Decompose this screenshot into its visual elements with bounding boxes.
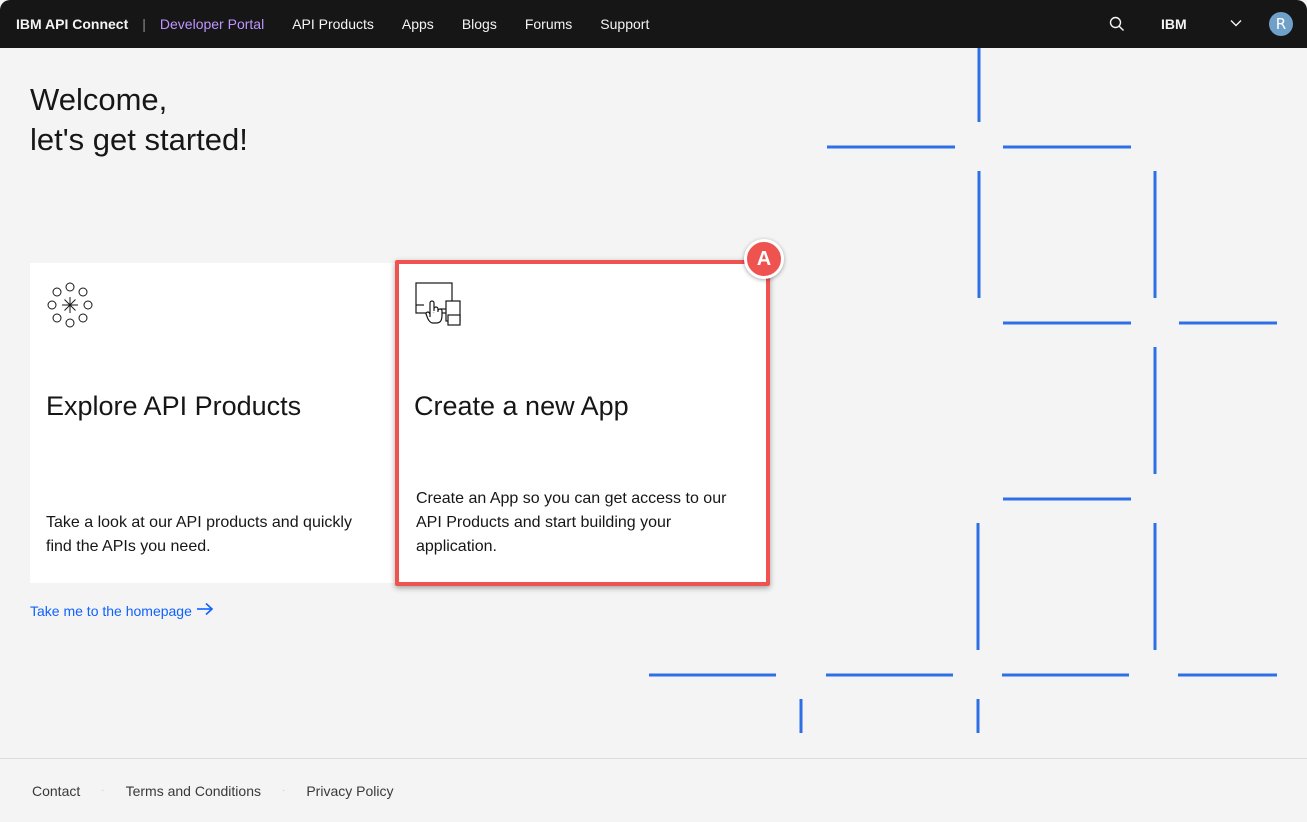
annotation-marker: A <box>744 239 784 279</box>
nav-forums[interactable]: Forums <box>525 16 572 32</box>
portal-name[interactable]: Developer Portal <box>160 16 264 32</box>
footer-separator: · <box>282 785 286 796</box>
footer-link-contact[interactable]: Contact <box>32 783 80 799</box>
top-nav: IBM API Connect | Developer Portal API P… <box>0 0 1307 48</box>
homepage-link[interactable]: Take me to the homepage <box>30 602 214 619</box>
brand-separator: | <box>142 16 146 32</box>
welcome-line-2: let's get started! <box>30 122 248 157</box>
footer-link-privacy[interactable]: Privacy Policy <box>306 783 393 799</box>
app-window: IBM API Connect | Developer Portal API P… <box>0 0 1307 822</box>
search-icon[interactable] <box>1093 0 1141 48</box>
explore-api-products-card[interactable]: Explore API Products Take a look at our … <box>30 263 396 583</box>
explore-card-description: Take a look at our API products and quic… <box>46 514 352 555</box>
org-name: IBM <box>1161 16 1187 32</box>
nav-api-products[interactable]: API Products <box>292 16 374 32</box>
footer: Contact · Terms and Conditions · Privacy… <box>0 758 1307 822</box>
chevron-down-icon <box>1229 16 1243 33</box>
arrow-right-icon <box>196 602 214 619</box>
brand-name[interactable]: IBM API Connect <box>16 16 128 32</box>
explore-card-title: Explore API Products <box>46 391 302 421</box>
api-products-icon <box>46 281 94 334</box>
annotation-highlight-box <box>395 260 770 586</box>
avatar[interactable]: R <box>1269 12 1293 36</box>
welcome-heading: Welcome, let's get started! <box>30 80 248 160</box>
homepage-link-label: Take me to the homepage <box>30 602 192 619</box>
nav-blogs[interactable]: Blogs <box>462 16 497 32</box>
nav-apps[interactable]: Apps <box>402 16 434 32</box>
footer-separator: · <box>101 785 105 796</box>
org-switcher[interactable]: IBM <box>1143 0 1253 48</box>
nav-support[interactable]: Support <box>600 16 649 32</box>
nav-actions: IBM R <box>1093 0 1307 48</box>
welcome-line-1: Welcome, <box>30 82 168 117</box>
footer-link-terms[interactable]: Terms and Conditions <box>126 783 261 799</box>
